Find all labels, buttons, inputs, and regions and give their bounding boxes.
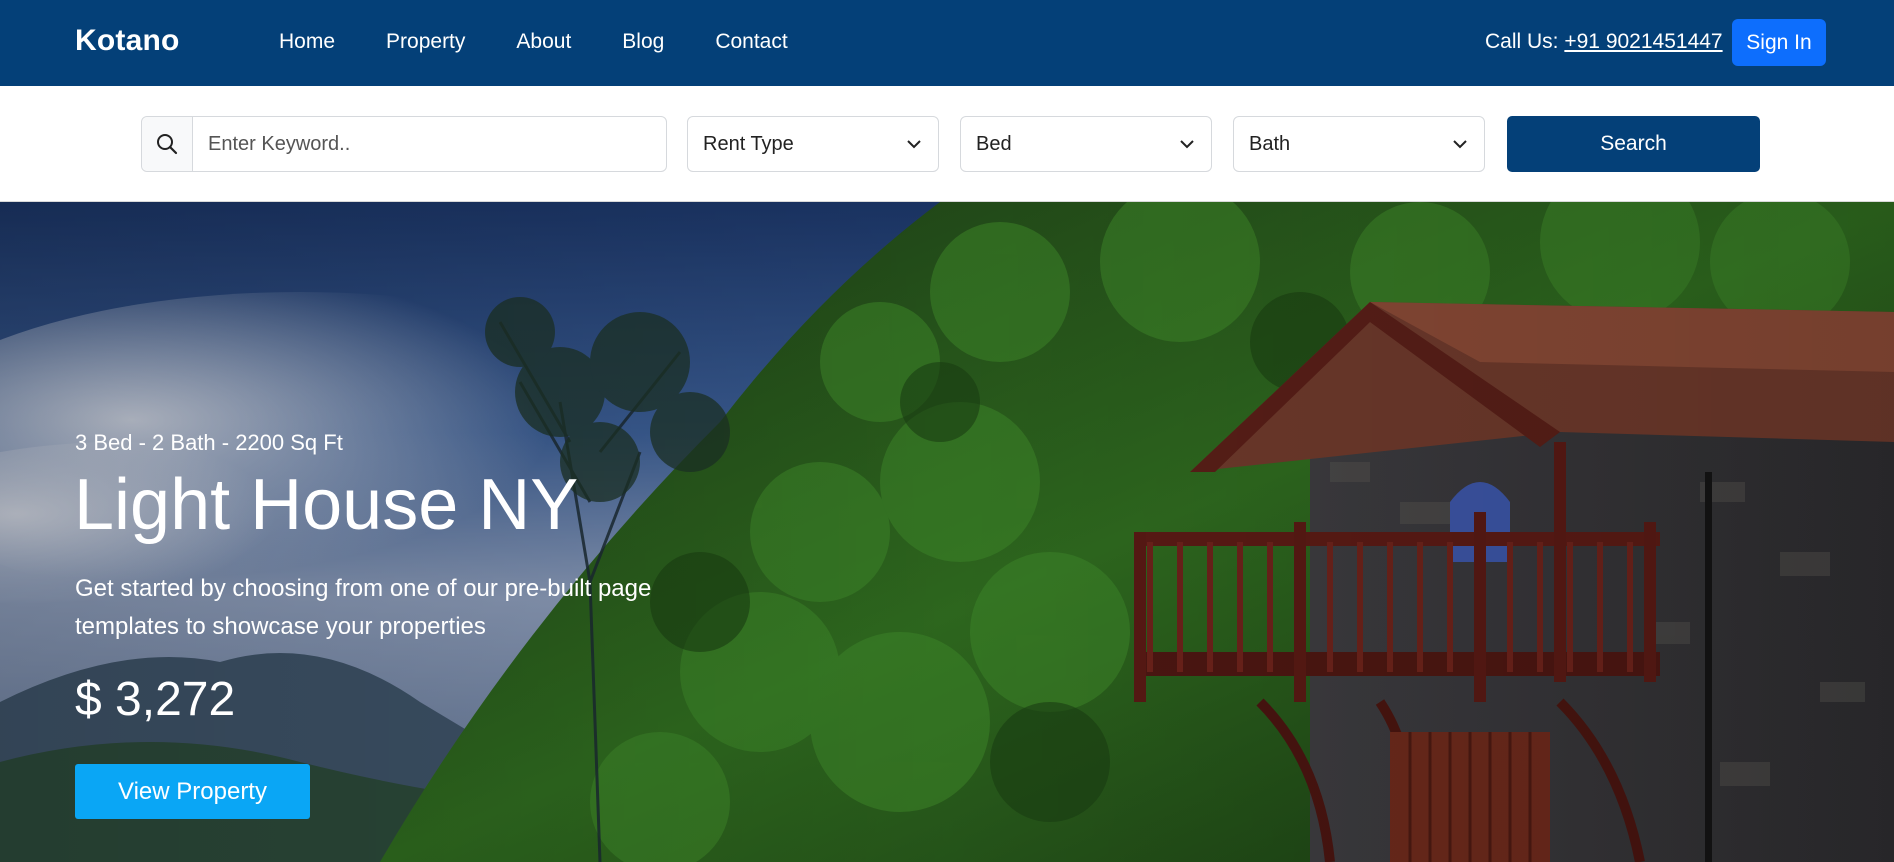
navbar: Kotano Home Property About Blog Contact … [0,0,1894,86]
call-us-label: Call Us: [1485,30,1565,53]
hero-description: Get started by choosing from one of our … [75,575,652,640]
call-us: Call Us: +91 9021451447 [1485,30,1723,54]
brand-logo[interactable]: Kotano [75,24,180,58]
chevron-down-icon [907,140,921,149]
rent-type-value: Rent Type [703,132,794,155]
property-price: $ 3,272 [75,673,236,726]
search-icon [142,117,193,171]
keyword-input[interactable] [193,117,666,171]
nav-link-blog[interactable]: Blog [622,30,664,54]
nav-link-home[interactable]: Home [279,30,335,54]
chevron-down-icon [1180,140,1194,149]
search-bar: Rent Type Bed Bath Search [0,86,1894,202]
nav-link-property[interactable]: Property [386,30,465,54]
nav-link-about[interactable]: About [516,30,571,54]
main-nav: Home Property About Blog Contact [279,30,839,54]
bath-value: Bath [1249,132,1291,155]
bed-value: Bed [976,132,1012,155]
nav-link-contact[interactable]: Contact [715,30,787,54]
phone-link[interactable]: +91 9021451447 [1564,30,1722,53]
property-meta: 3 Bed - 2 Bath - 2200 Sq Ft [75,430,343,455]
rent-type-select[interactable]: Rent Type [687,116,939,172]
property-title: Light House NY [74,465,579,545]
view-property-button[interactable]: View Property [75,764,310,819]
chevron-down-icon [1453,140,1467,149]
sign-in-button[interactable]: Sign In [1732,19,1826,66]
hero-section: 3 Bed - 2 Bath - 2200 Sq Ft Light House … [0,202,1894,862]
bed-select[interactable]: Bed [960,116,1212,172]
keyword-search-group [141,116,667,172]
search-button[interactable]: Search [1507,116,1760,172]
bath-select[interactable]: Bath [1233,116,1485,172]
